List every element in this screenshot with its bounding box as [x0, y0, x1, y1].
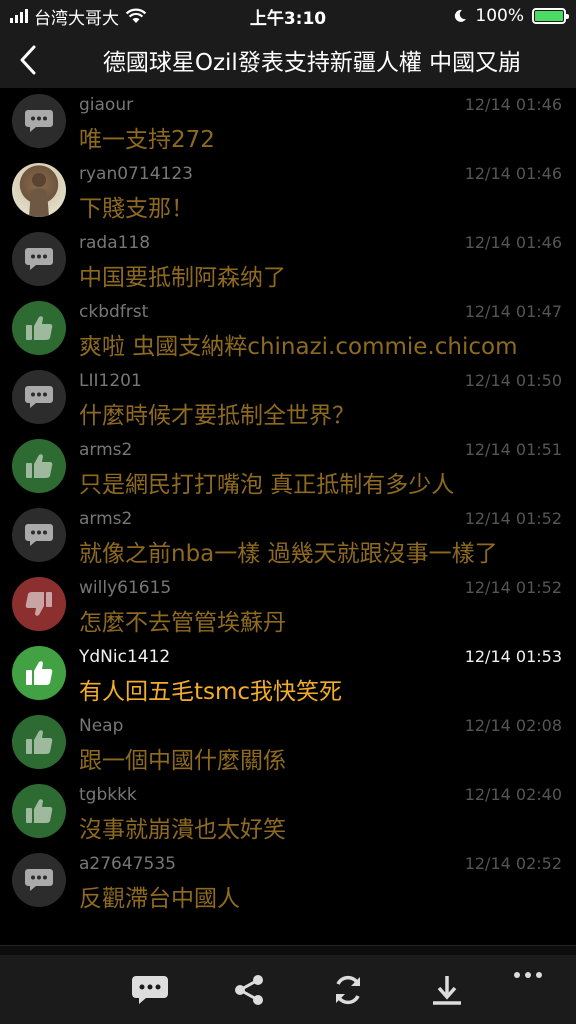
comment-username: rada118 — [79, 233, 151, 253]
thumbs-down-icon — [12, 577, 66, 631]
comment-text: 反觀滯台中國人 — [79, 886, 240, 912]
nav-bar: 德國球星Ozil發表支持新疆人權 中國又崩 — [0, 32, 576, 88]
comment-text: 唯一支持272 — [79, 127, 215, 153]
comment-text: 什麼時候才要抵制全世界？ — [79, 403, 355, 429]
comment-username: arms2 — [79, 440, 133, 460]
status-bar: 台湾大哥大 上午3:10 100% — [0, 0, 576, 32]
comment-row[interactable]: Neap 12/14 02:08 跟一個中國什麼關係 — [0, 709, 576, 778]
comment-icon — [131, 975, 168, 1004]
comment-text: 沒事就崩潰也太好笑 — [79, 817, 286, 843]
comment-icon — [12, 853, 66, 907]
carrier-label: 台湾大哥大 — [34, 8, 119, 29]
comment-row[interactable]: arms2 12/14 01:52 就像之前nba一樣 過幾天就跟沒事一樣了 — [0, 502, 576, 571]
user-avatar — [12, 163, 66, 217]
comment-time: 12/14 01:47 — [464, 302, 562, 321]
comment-text: 爽啦 虫國支納粹chinazi.commie.chicom — [79, 334, 518, 360]
comment-time: 12/14 01:52 — [464, 578, 562, 597]
comment-row[interactable]: tgbkkk 12/14 02:40 沒事就崩潰也太好笑 — [0, 778, 576, 847]
comment-text: 下賤支那！ — [79, 196, 194, 222]
comment-username: a27647535 — [79, 854, 176, 874]
comment-username: ryan0714123 — [79, 164, 193, 184]
comment-username: LII1201 — [79, 371, 142, 391]
more-button[interactable] — [508, 965, 548, 985]
more-icon — [514, 972, 520, 978]
comment-text: 有人回五毛tsmc我快笑死 — [79, 679, 343, 705]
comment-row[interactable]: a27647535 12/14 02:52 反觀滯台中國人 — [0, 847, 576, 916]
comment-username: willy61615 — [79, 578, 172, 598]
thumbs-up-icon — [12, 439, 66, 493]
moon-icon — [455, 9, 467, 22]
thumbs-up-icon — [12, 646, 66, 700]
comment-time: 12/14 01:52 — [464, 509, 562, 528]
comment-username: ckbdfrst — [79, 302, 149, 322]
comment-time: 12/14 01:50 — [464, 371, 562, 390]
battery-percent: 100% — [475, 6, 524, 26]
comment-row[interactable]: ryan0714123 12/14 01:46 下賤支那！ — [0, 157, 576, 226]
comment-time: 12/14 01:53 — [464, 647, 562, 666]
comment-row[interactable]: ckbdfrst 12/14 01:47 爽啦 虫國支納粹chinazi.com… — [0, 295, 576, 364]
comment-time: 12/14 02:08 — [464, 716, 562, 735]
page-title: 德國球星Ozil發表支持新疆人權 中國又崩 — [102, 50, 522, 76]
comment-icon — [12, 232, 66, 286]
comment-row[interactable]: giaour 12/14 01:46 唯一支持272 — [0, 88, 576, 157]
comment-time: 12/14 02:52 — [464, 854, 562, 873]
comment-time: 12/14 01:46 — [464, 95, 562, 114]
signal-icon — [10, 9, 28, 23]
thumbs-up-icon — [12, 715, 66, 769]
comment-text: 中国要抵制阿森纳了 — [79, 265, 286, 291]
status-time: 上午3:10 — [249, 8, 327, 29]
download-button[interactable] — [423, 966, 471, 1014]
refresh-button[interactable] — [324, 966, 372, 1014]
status-right: 100% — [346, 6, 569, 26]
comment-time: 12/14 01:46 — [464, 164, 562, 183]
status-left: 台湾大哥大 — [10, 4, 230, 29]
battery-icon — [532, 8, 569, 24]
comment-row-highlighted[interactable]: YdNic1412 12/14 01:53 有人回五毛tsmc我快笑死 — [0, 640, 576, 709]
comment-username: Neap — [79, 716, 124, 736]
comment-username: giaour — [79, 95, 134, 115]
wifi-icon — [125, 8, 147, 23]
comment-icon — [12, 370, 66, 424]
comment-text: 怎麼不去管管埃蘇丹 — [79, 610, 286, 636]
download-icon — [432, 975, 461, 1005]
comment-row[interactable]: LII1201 12/14 01:50 什麼時候才要抵制全世界？ — [0, 364, 576, 433]
thumbs-up-icon — [12, 784, 66, 838]
comment-row[interactable]: willy61615 12/14 01:52 怎麼不去管管埃蘇丹 — [0, 571, 576, 640]
comment-time: 12/14 01:46 — [464, 233, 562, 252]
comment-username: YdNic1412 — [79, 647, 171, 667]
refresh-icon — [335, 975, 360, 1004]
comment-username: tgbkkk — [79, 785, 137, 805]
back-button[interactable] — [0, 32, 56, 88]
chevron-left-icon — [20, 45, 36, 75]
comment-icon — [12, 508, 66, 562]
comment-row[interactable]: arms2 12/14 01:51 只是網民打打嘴泡 真正抵制有多少人 — [0, 433, 576, 502]
comment-button[interactable] — [126, 966, 174, 1014]
comment-time: 12/14 01:51 — [464, 440, 562, 459]
comment-time: 12/14 02:40 — [464, 785, 562, 804]
thumbs-up-icon — [12, 301, 66, 355]
comment-text: 跟一個中國什麼關係 — [79, 748, 286, 774]
toolbar-divider — [0, 945, 576, 955]
comment-row[interactable]: rada118 12/14 01:46 中国要抵制阿森纳了 — [0, 226, 576, 295]
comment-list[interactable]: giaour 12/14 01:46 唯一支持272 ryan0714123 1… — [0, 88, 576, 945]
bottom-toolbar — [0, 955, 576, 1024]
comment-icon — [12, 94, 66, 148]
share-icon — [234, 974, 263, 1005]
comment-username: arms2 — [79, 509, 133, 529]
share-button[interactable] — [225, 966, 273, 1014]
comment-text: 只是網民打打嘴泡 真正抵制有多少人 — [79, 472, 455, 498]
comment-text: 就像之前nba一樣 過幾天就跟沒事一樣了 — [79, 541, 498, 567]
